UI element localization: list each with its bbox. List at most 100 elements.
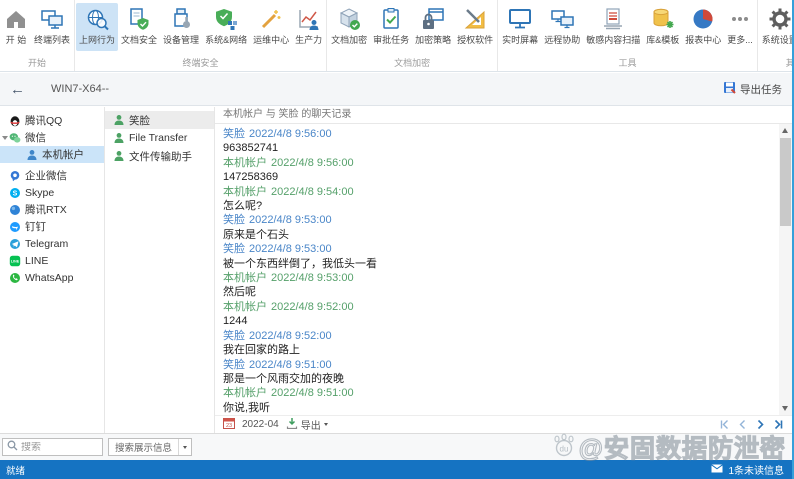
ribbon-button-label: 系统&网络 <box>205 33 247 46</box>
chat-message: 笑脸2022/4/8 9:56:00 963852741 <box>223 127 772 156</box>
export-tasks-icon <box>723 81 736 97</box>
ribbon-button-report-center[interactable]: 报表中心 <box>682 3 724 51</box>
message-text: 963852741 <box>223 141 772 155</box>
message-time: 2022/4/8 9:51:00 <box>271 387 354 399</box>
search-box[interactable] <box>2 438 103 456</box>
message-time: 2022/4/8 9:52:00 <box>271 301 354 313</box>
ribbon-button-terminal-list[interactable]: 终端列表 <box>31 3 73 51</box>
message-time: 2022/4/8 9:53:00 <box>249 243 332 255</box>
message-text: 1244 <box>223 314 772 328</box>
next-page-icon[interactable] <box>755 419 766 430</box>
chat-messages: 笑脸2022/4/8 9:56:00 963852741 本机帐户2022/4/… <box>215 124 794 415</box>
nav-row: ← WIN7-X64-- 导出任务 <box>0 73 794 106</box>
local-account-icon <box>26 149 38 161</box>
sidebar-item-label: LINE <box>25 255 48 267</box>
message-time: 2022/4/8 9:54:00 <box>271 186 354 198</box>
ribbon-group-label: 其他 <box>759 56 794 71</box>
back-arrow-icon[interactable]: ← <box>10 82 25 97</box>
ribbon-button-label: 报表中心 <box>685 33 721 46</box>
scroll-down-icon[interactable] <box>782 406 788 411</box>
ribbon-button-label: 运维中心 <box>253 33 289 46</box>
sidebar-item-label: 腾讯RTX <box>25 202 67 217</box>
export-label: 导出 <box>301 417 321 432</box>
export-tasks-button[interactable]: 导出任务 <box>723 81 782 97</box>
ribbon-button-label: 系统设置 <box>762 33 794 46</box>
sidebar-item-skype[interactable]: S Skype <box>0 184 104 201</box>
ribbon-button-library-template[interactable]: 库&模板 <box>643 3 682 51</box>
encrypt-policy-icon <box>421 5 445 32</box>
search-row: 搜索展示信息 <box>0 433 794 460</box>
unread-messages-indicator[interactable]: 1条未读信息 <box>711 462 784 477</box>
first-page-icon[interactable] <box>719 419 730 430</box>
search-icon <box>7 438 18 456</box>
qq-icon <box>9 115 21 127</box>
ribbon-button-label: 生产力 <box>295 33 322 46</box>
ribbon-button-content-scan[interactable]: 敏感内容扫描 <box>583 3 643 51</box>
message-time: 2022/4/8 9:53:00 <box>249 214 332 226</box>
ribbon-button-label: 开 始 <box>6 33 27 46</box>
sidebar-item-line[interactable]: LINE LINE <box>0 252 104 269</box>
contact-item-file-assistant[interactable]: 文件传输助手 <box>105 147 214 165</box>
contact-item-label: 笑脸 <box>129 113 150 128</box>
sidebar-item-local-account[interactable]: 本机帐户 <box>0 146 104 163</box>
ribbon-button-web-activity[interactable]: 上网行为 <box>76 3 118 51</box>
ribbon-group-label: 终端安全 <box>76 56 325 71</box>
sidebar-item-label: 本机帐户 <box>42 147 84 162</box>
ribbon-button-label: 审批任务 <box>373 33 409 46</box>
chat-message: 笑脸2022/4/8 9:52:00 我在回家的路上 <box>223 329 772 358</box>
sidebar-item-wechat[interactable]: 微信 <box>0 129 104 146</box>
sidebar-item-dingtalk[interactable]: 钉钉 <box>0 218 104 235</box>
last-page-icon[interactable] <box>773 419 784 430</box>
month-selector[interactable]: 2022-04 <box>242 419 279 430</box>
ribbon-button-doc-encrypt[interactable]: 文档加密 <box>328 3 370 51</box>
contact-person-icon <box>113 114 125 126</box>
dropdown-arrow-button[interactable] <box>178 439 191 455</box>
message-sender: 笑脸 <box>223 128 245 140</box>
ribbon-button-system-network[interactable]: 系统&网络 <box>202 3 250 51</box>
envelope-icon <box>711 464 723 476</box>
ribbon-button-device-management[interactable]: 设备管理 <box>160 3 202 51</box>
prev-page-icon[interactable] <box>737 419 748 430</box>
ribbon-button-approval-task[interactable]: 审批任务 <box>370 3 412 51</box>
report-center-icon <box>691 5 715 32</box>
search-input[interactable] <box>21 442 98 453</box>
chat-message: 本机帐户2022/4/8 9:56:00 147258369 <box>223 156 772 185</box>
settings-gear-icon <box>768 5 792 32</box>
scrollbar-thumb[interactable] <box>780 138 791 226</box>
ribbon-group-start: 开 始 终端列表 开始 <box>0 0 75 71</box>
vertical-scrollbar[interactable] <box>779 124 792 415</box>
scroll-up-icon[interactable] <box>782 128 788 133</box>
ribbon-button-label: 敏感内容扫描 <box>586 33 640 46</box>
ribbon-button-label: 上网行为 <box>79 33 115 46</box>
sidebar-item-telegram[interactable]: Telegram <box>0 235 104 252</box>
sidebar-item-rtx[interactable]: 腾讯RTX <box>0 201 104 218</box>
ribbon-button-ops-center[interactable]: 运维中心 <box>250 3 292 51</box>
sidebar-item-whatsapp[interactable]: WhatsApp <box>0 269 104 286</box>
ribbon-button-start[interactable]: 开 始 <box>1 3 31 51</box>
ribbon-button-doc-security[interactable]: 文档安全 <box>118 3 160 51</box>
ribbon-button-encrypt-policy[interactable]: 加密策略 <box>412 3 454 51</box>
contact-item-file-transfer[interactable]: File Transfer <box>105 129 214 147</box>
ribbon-button-label: 更多... <box>727 33 753 46</box>
export-button[interactable]: 导出 <box>286 417 328 432</box>
ribbon-button-authorized-software[interactable]: 授权软件 <box>454 3 496 51</box>
contact-item-label: 文件传输助手 <box>129 149 192 164</box>
chat-message: 笑脸2022/4/8 9:53:00 原来是个石头 <box>223 213 772 242</box>
sidebar-item-qq[interactable]: 腾讯QQ <box>0 112 104 129</box>
wecom-icon <box>9 170 21 182</box>
calendar-icon[interactable]: 23 <box>223 416 235 434</box>
dingtalk-icon <box>9 221 21 233</box>
unread-messages-text: 1条未读信息 <box>728 462 784 477</box>
device-management-icon <box>169 5 193 32</box>
ribbon-button-realtime-screen[interactable]: 实时屏幕 <box>499 3 541 51</box>
ribbon-button-more[interactable]: 更多... <box>724 3 756 51</box>
contact-item-smiley[interactable]: 笑脸 <box>105 111 214 129</box>
ribbon-button-productivity[interactable]: 生产力 <box>292 3 325 51</box>
search-filter-dropdown[interactable]: 搜索展示信息 <box>108 438 192 456</box>
sidebar-item-wecom[interactable]: 企业微信 <box>0 167 104 184</box>
ribbon-button-settings[interactable]: 系统设置 <box>759 3 794 51</box>
ribbon-button-remote-assist[interactable]: 远程协助 <box>541 3 583 51</box>
message-sender: 笑脸 <box>223 214 245 226</box>
chevron-down-icon[interactable] <box>2 136 8 140</box>
svg-text:LINE: LINE <box>11 259 20 263</box>
